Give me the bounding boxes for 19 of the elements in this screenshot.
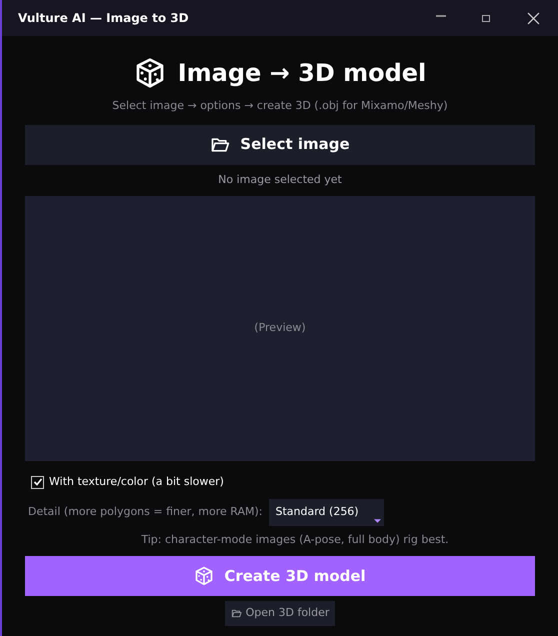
detail-dropdown[interactable]: Standard (256) bbox=[269, 498, 384, 526]
detail-label: Detail (more polygons = finer, more RAM): bbox=[28, 504, 262, 520]
status-text: No image selected yet bbox=[218, 172, 342, 188]
tip-text: Tip: character-mode images (A-pose, full body) rig best. bbox=[141, 532, 449, 548]
texture-label: With texture/color (a bit slower) bbox=[49, 474, 224, 490]
dropdown-arrow-icon bbox=[374, 518, 382, 522]
folder-icon bbox=[230, 608, 242, 619]
subtitle: Select image → options → create 3D (.obj for Mixamo/Meshy) bbox=[112, 98, 448, 114]
select-image-button[interactable]: Select image bbox=[25, 124, 535, 164]
create-model-button[interactable]: Create 3D model bbox=[25, 556, 535, 596]
window-title: Vulture AI — Image to 3D bbox=[18, 10, 190, 27]
close-icon[interactable] bbox=[527, 12, 540, 24]
texture-checkbox[interactable] bbox=[31, 476, 44, 489]
maximize-icon[interactable] bbox=[481, 13, 491, 23]
open-folder-button[interactable]: Open 3D folder bbox=[224, 601, 336, 626]
preview-caption: (Preview) bbox=[254, 320, 306, 336]
cube-icon bbox=[134, 57, 166, 89]
cube-icon bbox=[194, 566, 214, 586]
page-heading: Image → 3D model bbox=[178, 58, 426, 89]
